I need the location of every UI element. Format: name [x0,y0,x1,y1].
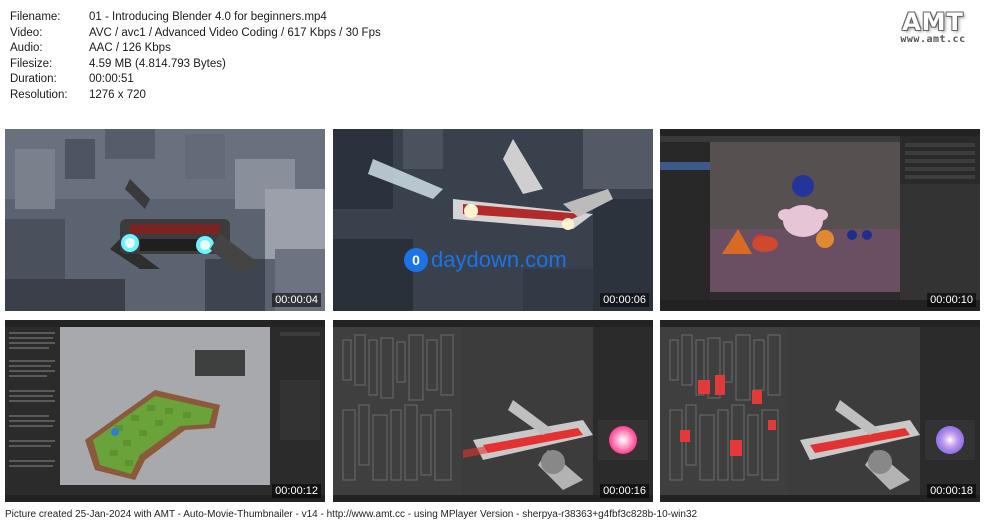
spaceship-flight-image [333,129,653,311]
info-row-filename: Filename: 01 - Introducing Blender 4.0 fo… [10,10,381,26]
mini-golf-scene-image [5,320,325,502]
timestamp-2: 00:00:06 [600,293,649,307]
info-row-filesize: Filesize: 4.59 MB (4.814.793 Bytes) [10,57,381,73]
timestamp-3: 00:00:10 [927,293,976,307]
file-info: Filename: 01 - Introducing Blender 4.0 fo… [10,10,381,104]
info-value: 00:00:51 [89,73,134,86]
info-key: Resolution: [10,88,68,101]
info-key: Video: [10,26,43,39]
uv-editing-image [333,320,653,502]
thumbnail-3[interactable]: 00:00:10 [660,129,980,311]
daydown-logo-icon: 0 [404,248,428,272]
info-row-duration: Duration: 00:00:51 [10,72,381,88]
thumbnail-2[interactable]: 0 daydown.com 00:00:06 [333,129,653,311]
info-key: Filename: [10,11,61,23]
daydown-watermark: 0 daydown.com [403,247,567,273]
info-value: 01 - Introducing Blender 4.0 for beginne… [89,11,327,23]
info-row-video: Video: AVC / avc1 / Advanced Video Coding… [10,26,381,42]
footer-text: Picture created 25-Jan-2024 with AMT - A… [5,509,698,520]
timestamp-6: 00:00:18 [927,484,976,498]
uv-painting-image [660,320,980,502]
svg-text:0: 0 [412,252,420,268]
timestamp-5: 00:00:16 [600,484,649,498]
info-key: Duration: [10,73,57,86]
timestamp-1: 00:00:04 [272,293,321,307]
info-row-audio: Audio: AAC / 126 Kbps [10,41,381,57]
timestamp-4: 00:00:12 [272,484,321,498]
blender-viewport-image [660,129,980,311]
info-value: AVC / avc1 / Advanced Video Coding / 617… [89,26,381,39]
info-value: 1276 x 720 [89,88,146,101]
amt-logo-url: www.amt.cc [900,34,966,45]
amt-logo-title: AMT [902,8,964,36]
info-value: AAC / 126 Kbps [89,42,171,55]
amt-logo: AMT www.amt.cc [890,8,976,45]
info-value: 4.59 MB (4.814.793 Bytes) [89,57,226,70]
info-row-resolution: Resolution: 1276 x 720 [10,88,381,104]
spaceship-scene-image [5,129,325,311]
info-key: Audio: [10,42,43,55]
thumbnail-6[interactable]: 00:00:18 [660,320,980,502]
thumbnail-5[interactable]: 00:00:16 [333,320,653,502]
thumbnail-1[interactable]: 00:00:04 [5,129,325,311]
info-key: Filesize: [10,57,53,70]
daydown-text: daydown.com [431,247,567,272]
thumbnail-4[interactable]: 00:00:12 [5,320,325,502]
